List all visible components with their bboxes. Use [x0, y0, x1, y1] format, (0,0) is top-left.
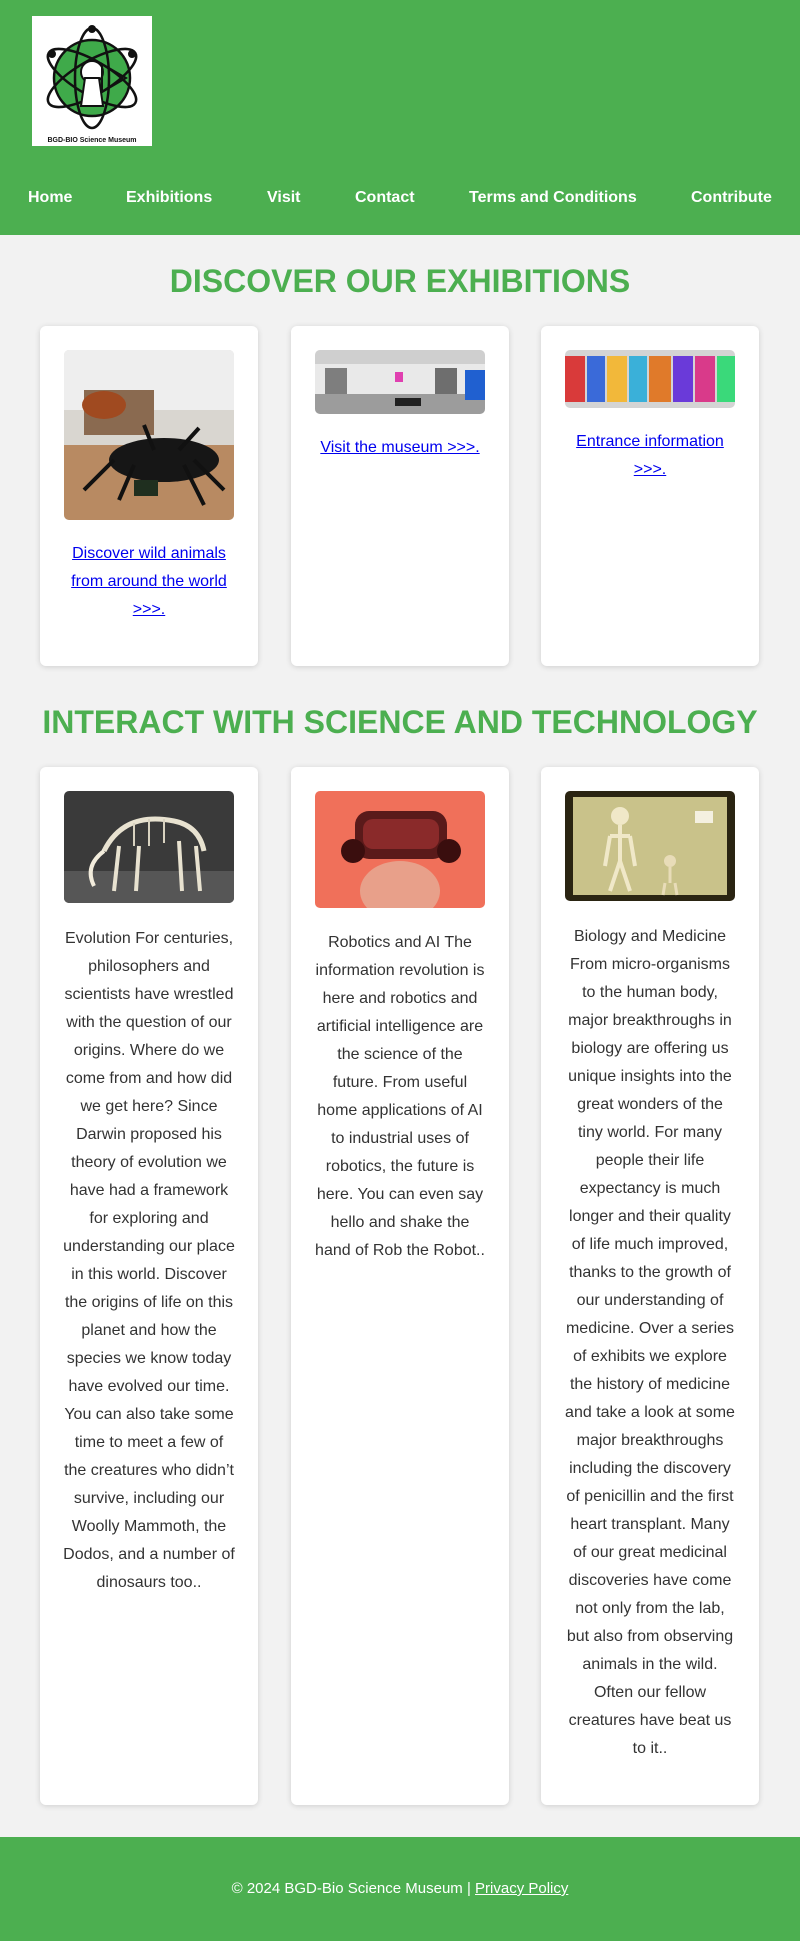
main-nav: Home Exhibitions Visit Contact Terms and… — [0, 186, 800, 210]
exhibition-card-visit: Visit the museum >>>. — [291, 326, 509, 666]
nav-contribute[interactable]: Contribute — [691, 186, 772, 210]
museum-logo[interactable]: BGD-BIO Science Museum — [32, 16, 152, 146]
nav-contact[interactable]: Contact — [355, 186, 415, 210]
museum-hall-image — [315, 350, 485, 414]
interact-heading: INTERACT WITH SCIENCE AND TECHNOLOGY — [42, 704, 758, 740]
exhibition-card-entrance: Entrance information >>>. — [541, 326, 759, 666]
entrance-image — [565, 350, 735, 408]
nav-exhibitions[interactable]: Exhibitions — [126, 186, 212, 210]
logo-caption: BGD-BIO Science Museum — [47, 137, 137, 144]
site-footer: © 2024 BGD-Bio Science Museum | Privacy … — [0, 1837, 800, 1941]
mammoth-skeleton-image — [64, 791, 234, 903]
interact-card-robotics: Robotics and AI The information revoluti… — [291, 767, 509, 1805]
privacy-policy-link[interactable]: Privacy Policy — [475, 1880, 568, 1897]
evolution-description: Evolution For centuries, philosophers an… — [63, 930, 235, 1591]
site-header: BGD-BIO Science Museum Home Exhibitions … — [0, 0, 800, 235]
nav-visit[interactable]: Visit — [267, 186, 301, 210]
entrance-information-link[interactable]: Entrance information >>>. — [565, 428, 735, 484]
wild-animals-link[interactable]: Discover wild animals from around the wo… — [64, 540, 234, 624]
vr-headset-image — [315, 791, 485, 908]
footer-copyright: © 2024 BGD-Bio Science Museum | — [231, 1880, 471, 1897]
interact-card-biology: Biology and Medicine From micro-organism… — [541, 767, 759, 1805]
visit-museum-link[interactable]: Visit the museum >>>. — [315, 434, 485, 462]
nav-terms-and-conditions[interactable]: Terms and Conditions — [469, 186, 637, 210]
wild-animals-image — [64, 350, 234, 520]
atom-logo-icon — [46, 25, 138, 130]
biology-description: Biology and Medicine From micro-organism… — [565, 928, 735, 1757]
robotics-description: Robotics and AI The information revoluti… — [315, 934, 485, 1259]
interact-card-evolution: Evolution For centuries, philosophers an… — [40, 767, 258, 1805]
nav-home[interactable]: Home — [28, 186, 72, 210]
human-skeleton-image — [565, 791, 735, 901]
exhibitions-heading: DISCOVER OUR EXHIBITIONS — [169, 263, 631, 299]
page: BGD-BIO Science Museum Home Exhibitions … — [0, 0, 800, 1941]
exhibition-card-wild-animals: Discover wild animals from around the wo… — [40, 326, 258, 666]
